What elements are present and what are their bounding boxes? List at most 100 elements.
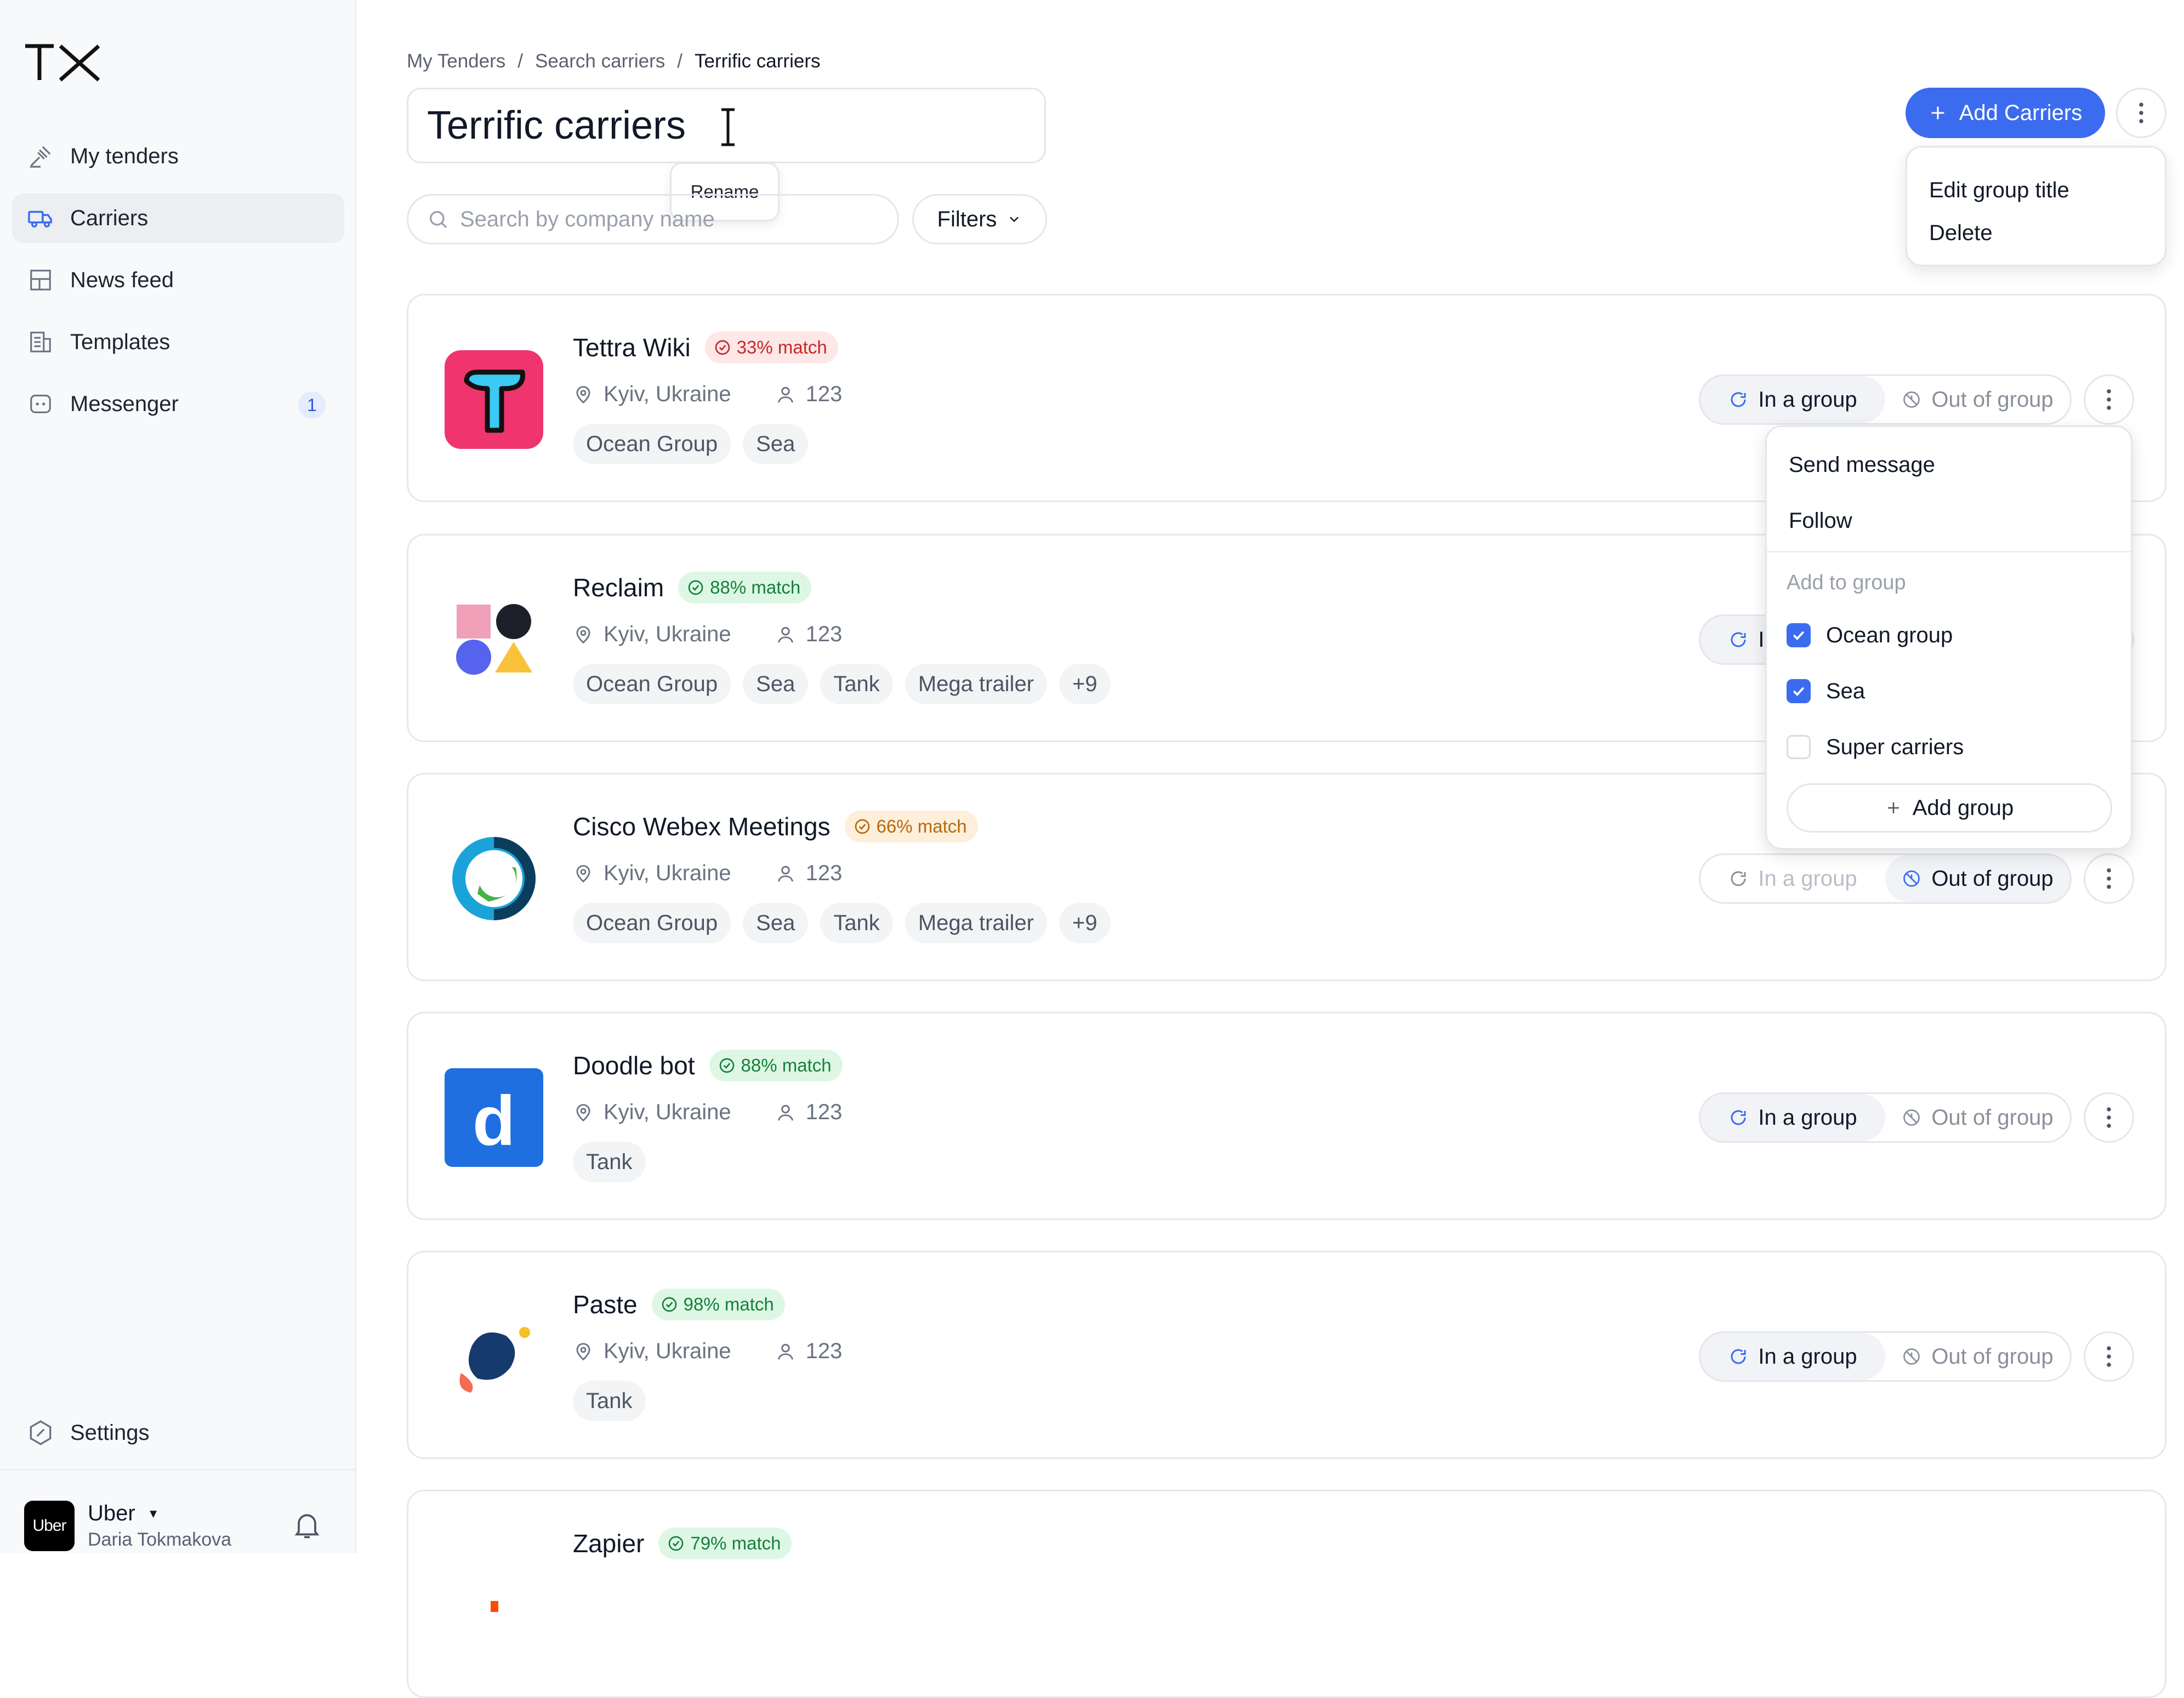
menu-item-send-message[interactable]: Send message	[1767, 437, 2131, 493]
group-option-label: Super carriers	[1826, 734, 1964, 759]
checkbox-unchecked-icon[interactable]	[1787, 735, 1811, 759]
sidebar-item-carriers[interactable]: Carriers	[12, 193, 344, 243]
unread-badge: 1	[298, 391, 326, 419]
more-tags-badge[interactable]: +9	[1059, 664, 1111, 704]
tag: Sea	[743, 664, 809, 704]
in-group-option[interactable]: In a group	[1700, 1094, 1885, 1141]
filters-button[interactable]: Filters	[912, 194, 1047, 244]
zapier-logo	[491, 1601, 498, 1612]
template-icon	[26, 328, 55, 356]
match-badge: 98% match	[651, 1289, 785, 1320]
sidebar: My tenders Carriers News feed Templates …	[0, 0, 356, 1553]
carrier-name[interactable]: Tettra Wiki	[573, 333, 691, 362]
refresh-icon	[1731, 871, 1746, 886]
in-group-option[interactable]: In a group	[1700, 1333, 1885, 1380]
tag: Sea	[743, 903, 809, 943]
sidebar-item-my-tenders[interactable]: My tenders	[12, 132, 344, 181]
out-of-group-option[interactable]: Out of group	[1885, 376, 2070, 423]
breadcrumb-search-carriers[interactable]: Search carriers	[535, 50, 665, 72]
carrier-location: Kyiv, Ukraine	[604, 1339, 731, 1363]
carrier-count: 123	[805, 622, 843, 646]
carrier-location: Kyiv, Ukraine	[604, 861, 731, 885]
tx-logo[interactable]	[24, 43, 101, 82]
search-bar[interactable]	[407, 194, 899, 244]
card-more-button[interactable]	[2084, 1331, 2134, 1382]
sidebar-item-messenger[interactable]: Messenger 1	[12, 379, 344, 429]
card-more-button[interactable]	[2084, 1092, 2134, 1143]
carrier-name[interactable]: Doodle bot	[573, 1051, 695, 1080]
group-option-sea[interactable]: Sea	[1767, 663, 2131, 719]
check-circle-icon	[669, 1536, 684, 1551]
match-badge: 88% match	[709, 1050, 843, 1081]
menu-item-delete[interactable]: Delete	[1907, 206, 2165, 260]
group-toggle: In a group Out of group	[1699, 374, 2072, 425]
sidebar-item-label: Templates	[70, 329, 170, 354]
tag: Mega trailer	[905, 664, 1048, 704]
user-icon	[777, 865, 793, 882]
carrier-count: 123	[805, 861, 843, 885]
out-of-group-option[interactable]: Out of group	[1885, 855, 2070, 902]
more-vertical-icon	[2107, 1107, 2111, 1128]
carrier-name[interactable]: Zapier	[573, 1529, 644, 1558]
group-option-super-carriers[interactable]: Super carriers	[1767, 719, 2131, 775]
clock-off-icon	[1903, 391, 1920, 408]
plus-icon	[1887, 802, 1899, 813]
out-of-group-option[interactable]: Out of group	[1885, 1333, 2070, 1380]
location-pin-icon	[576, 385, 590, 403]
out-of-group-label: Out of group	[1931, 387, 2054, 412]
tag: Ocean Group	[573, 664, 731, 704]
card-more-button[interactable]	[2084, 853, 2134, 904]
company-name: Uber	[88, 1501, 135, 1525]
carrier-name[interactable]: Reclaim	[573, 573, 664, 602]
sidebar-item-label: My tenders	[70, 144, 179, 168]
add-group-button[interactable]: Add group	[1787, 783, 2112, 833]
add-group-label: Add group	[1912, 795, 2014, 820]
breadcrumb: My Tenders / Search carriers / Terrific …	[407, 50, 820, 72]
clock-off-icon	[1903, 1348, 1920, 1365]
doodle-bot-logo: d	[445, 1068, 543, 1167]
account-switcher[interactable]: Uber Uber ▼ Daria Tokmakova	[24, 1501, 231, 1551]
sidebar-item-templates[interactable]: Templates	[12, 317, 344, 367]
card-more-button[interactable]	[2084, 374, 2134, 425]
menu-item-follow[interactable]: Follow	[1767, 493, 2131, 549]
tag: Sea	[743, 424, 809, 464]
checkbox-checked-icon[interactable]	[1787, 623, 1811, 647]
tag: Ocean Group	[573, 424, 731, 464]
add-to-group-heading: Add to group	[1787, 571, 1906, 594]
bell-icon[interactable]	[291, 1508, 323, 1541]
tag: Tank	[573, 1142, 646, 1182]
checkbox-checked-icon[interactable]	[1787, 679, 1811, 703]
breadcrumb-my-tenders[interactable]: My Tenders	[407, 50, 505, 72]
match-label: 98% match	[683, 1294, 774, 1314]
sidebar-item-news-feed[interactable]: News feed	[12, 255, 344, 305]
group-more-button[interactable]	[2116, 88, 2166, 138]
clock-off-icon	[1903, 1109, 1920, 1126]
paste-logo	[459, 1327, 530, 1393]
group-toggle: In a group Out of group	[1699, 1092, 2072, 1143]
settings-icon	[26, 1418, 55, 1447]
location-pin-icon	[576, 864, 590, 882]
add-carriers-button[interactable]: Add Carriers	[1906, 88, 2105, 138]
more-vertical-icon	[2107, 1346, 2111, 1367]
user-icon	[777, 386, 793, 403]
group-option-label: Sea	[1826, 679, 1866, 703]
carrier-card[interactable]: Zapier 79% match	[407, 1490, 2166, 1698]
carrier-card[interactable]: d Doodle bot 88% match Kyiv, Ukraine 123…	[407, 1012, 2166, 1220]
out-of-group-option[interactable]: Out of group	[1885, 1094, 2070, 1141]
sidebar-item-settings[interactable]: Settings	[26, 1418, 150, 1447]
group-option-ocean[interactable]: Ocean group	[1767, 607, 2131, 663]
carrier-card[interactable]: Paste 98% match Kyiv, Ukraine 123 Tank I…	[407, 1251, 2166, 1459]
carrier-name[interactable]: Paste	[573, 1290, 638, 1319]
user-icon	[777, 626, 793, 643]
group-option-label: Ocean group	[1826, 623, 1953, 647]
more-tags-badge[interactable]: +9	[1059, 903, 1111, 943]
in-group-option[interactable]: In a group	[1700, 376, 1885, 423]
carrier-name[interactable]: Cisco Webex Meetings	[573, 812, 831, 841]
match-label: 33% match	[736, 337, 827, 357]
match-label: 79% match	[690, 1533, 781, 1553]
in-group-option[interactable]: In a group	[1700, 855, 1885, 902]
search-input[interactable]	[460, 207, 800, 232]
carrier-location: Kyiv, Ukraine	[604, 1100, 731, 1124]
filters-label: Filters	[937, 207, 997, 231]
caret-down-icon: ▼	[147, 1506, 160, 1520]
